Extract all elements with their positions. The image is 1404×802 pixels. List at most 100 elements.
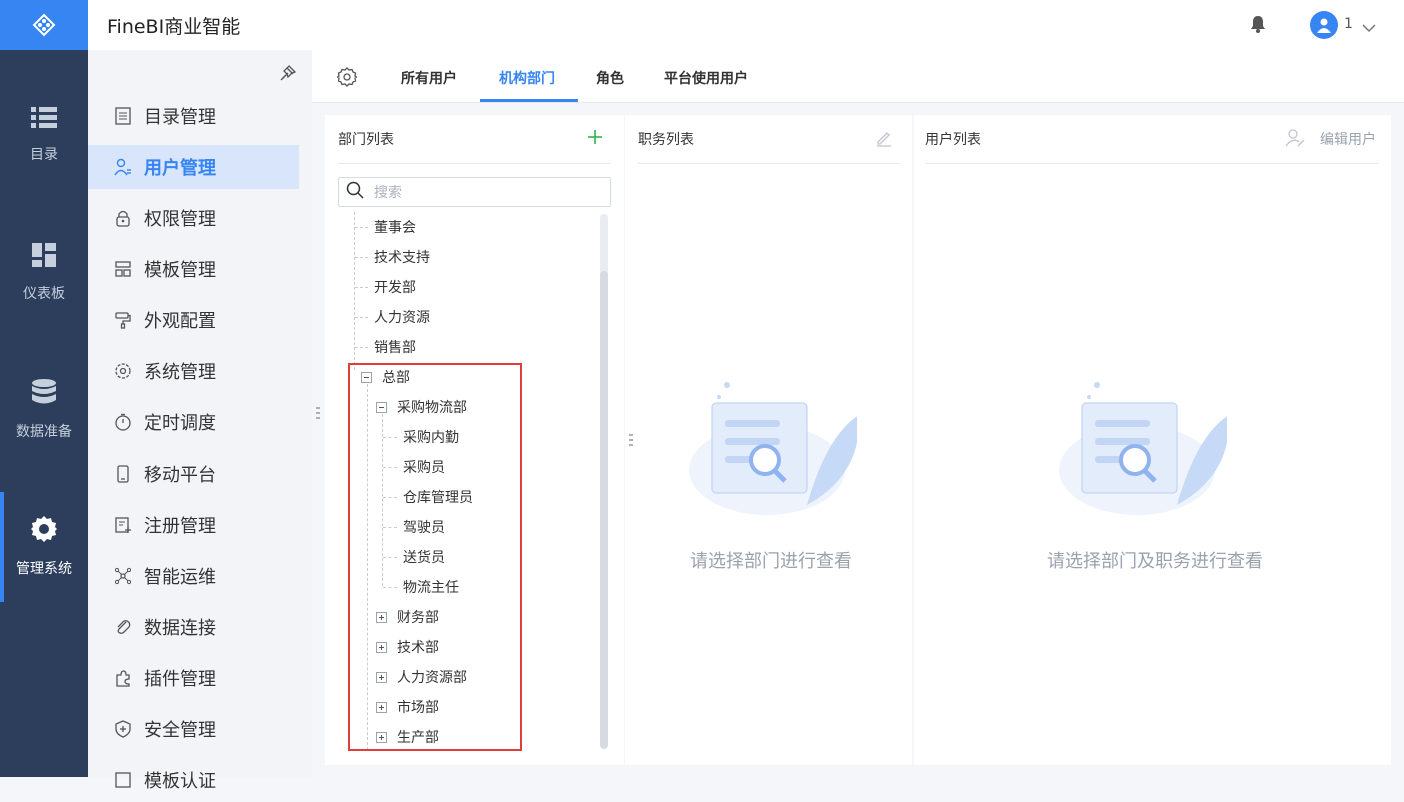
tree-node[interactable]: 开发部	[355, 272, 416, 302]
tree-connector	[355, 316, 368, 318]
rail-item-label: 数据准备	[16, 424, 72, 440]
menu-item-label: 智能运维	[144, 567, 216, 588]
tab-platform-users[interactable]: 平台使用用户	[664, 68, 748, 88]
tree-node-label: 销售部	[374, 340, 416, 356]
menu-item-lock[interactable]: 权限管理	[88, 196, 299, 240]
chevron-down-icon[interactable]	[1362, 18, 1376, 37]
duty-empty-text: 请选择部门进行查看	[690, 551, 852, 572]
tree-node[interactable]: 人力资源	[355, 302, 430, 332]
settings-icon[interactable]	[336, 67, 358, 91]
tree-connector	[355, 256, 368, 258]
resize-handle[interactable]	[316, 405, 320, 419]
link-icon	[114, 618, 132, 636]
admin-menu: 目录管理用户管理权限管理模板管理外观配置系统管理定时调度移动平台注册管理智能运维…	[88, 50, 312, 792]
menu-item-cert[interactable]: 模板认证	[88, 758, 299, 802]
edit-icon[interactable]	[875, 129, 893, 151]
tree-connector	[355, 286, 368, 288]
plugin-icon	[114, 669, 132, 687]
tree-node[interactable]: 技术支持	[355, 242, 430, 272]
divider	[338, 163, 611, 164]
tab-bar: 所有用户 机构部门 角色 平台使用用户	[312, 50, 1404, 103]
menu-item-label: 安全管理	[144, 720, 216, 741]
tree-node[interactable]: 董事会	[355, 212, 416, 242]
dept-search[interactable]: 搜索	[338, 177, 611, 207]
highlight-box	[348, 363, 522, 751]
menu-item-template[interactable]: 模板管理	[88, 247, 299, 291]
catalog-icon	[114, 107, 132, 125]
menu-item-label: 移动平台	[144, 465, 216, 486]
tab-org-departments[interactable]: 机构部门	[499, 68, 555, 88]
edit-user-icon[interactable]	[1285, 129, 1305, 151]
menu-item-settings[interactable]: 系统管理	[88, 349, 299, 393]
menu-item-label: 系统管理	[144, 362, 216, 383]
search-input-placeholder: 搜索	[374, 185, 402, 201]
tree-scrollbar-thumb[interactable]	[600, 271, 608, 749]
timer-icon	[114, 413, 132, 431]
users-empty-text: 请选择部门及职务进行查看	[1047, 551, 1263, 572]
avatar[interactable]	[1310, 11, 1338, 39]
menu-item-ops[interactable]: 智能运维	[88, 554, 299, 598]
menu-item-mobile[interactable]: 移动平台	[88, 452, 299, 496]
users-panel: 用户列表 编辑用户 请选择部门及职务进行查看	[914, 115, 1391, 765]
user-icon	[114, 158, 132, 176]
dashboard-icon	[32, 243, 56, 271]
menu-item-paint-roller[interactable]: 外观配置	[88, 298, 299, 342]
lock-icon	[114, 209, 132, 227]
top-bar: FineBI商业智能 1	[88, 0, 1404, 50]
app-title: FineBI商业智能	[107, 15, 241, 38]
search-icon	[346, 181, 364, 203]
rail-item-admin[interactable]: 管理系统	[0, 492, 88, 602]
menu-item-plugin[interactable]: 插件管理	[88, 656, 299, 700]
user-avatar-icon	[1317, 18, 1331, 33]
menu-item-timer[interactable]: 定时调度	[88, 400, 299, 444]
rail-item-dashboard[interactable]: 仪表板	[0, 218, 88, 328]
rail-item-catalog[interactable]: 目录	[0, 80, 88, 190]
menu-item-label: 数据连接	[144, 618, 216, 639]
list-icon	[31, 106, 57, 132]
add-icon[interactable]	[587, 129, 603, 149]
empty-state-illustration	[687, 375, 860, 519]
tree-node[interactable]: 销售部	[355, 332, 416, 362]
menu-item-label: 权限管理	[144, 209, 216, 230]
bell-icon[interactable]	[1250, 15, 1266, 37]
menu-item-label: 插件管理	[144, 669, 216, 690]
rail-item-data-prep[interactable]: 数据准备	[0, 355, 88, 465]
settings-icon	[114, 362, 132, 380]
edit-user-button[interactable]: 编辑用户	[1320, 129, 1376, 149]
tree-connector	[355, 226, 368, 228]
shield-icon	[114, 720, 132, 738]
menu-item-label: 注册管理	[144, 516, 216, 537]
divider	[925, 163, 1379, 164]
tree-node-label: 技术支持	[374, 250, 430, 266]
empty-state-illustration	[1057, 375, 1230, 519]
menu-item-register[interactable]: 注册管理	[88, 503, 299, 547]
menu-item-label: 模板认证	[144, 771, 216, 792]
tree-connector	[355, 346, 368, 348]
menu-item-label: 模板管理	[144, 260, 216, 281]
menu-item-label: 定时调度	[144, 413, 216, 434]
database-icon	[32, 379, 56, 409]
tab-all-users[interactable]: 所有用户	[401, 68, 457, 88]
ops-icon	[114, 567, 132, 585]
paint-roller-icon	[114, 311, 132, 329]
tab-roles[interactable]: 角色	[596, 68, 624, 88]
logo[interactable]	[0, 0, 88, 50]
register-icon	[114, 516, 132, 534]
tree-node-label: 开发部	[374, 280, 416, 296]
rail-item-label: 管理系统	[16, 561, 72, 577]
tree-node-label: 人力资源	[374, 310, 430, 326]
menu-item-shield[interactable]: 安全管理	[88, 707, 299, 751]
rail-item-label: 仪表板	[23, 286, 65, 302]
dept-panel-title: 部门列表	[338, 132, 394, 148]
menu-item-catalog[interactable]: 目录管理	[88, 94, 299, 138]
menu-item-link[interactable]: 数据连接	[88, 605, 299, 649]
menu-item-user[interactable]: 用户管理	[88, 145, 299, 189]
user-name[interactable]: 1	[1344, 16, 1353, 32]
divider	[638, 163, 900, 164]
template-icon	[114, 260, 132, 278]
users-panel-title: 用户列表	[925, 132, 981, 148]
pin-icon[interactable]	[279, 64, 297, 86]
logo-icon	[32, 13, 56, 37]
rail-item-label: 目录	[30, 147, 58, 163]
resize-handle[interactable]	[629, 432, 633, 446]
